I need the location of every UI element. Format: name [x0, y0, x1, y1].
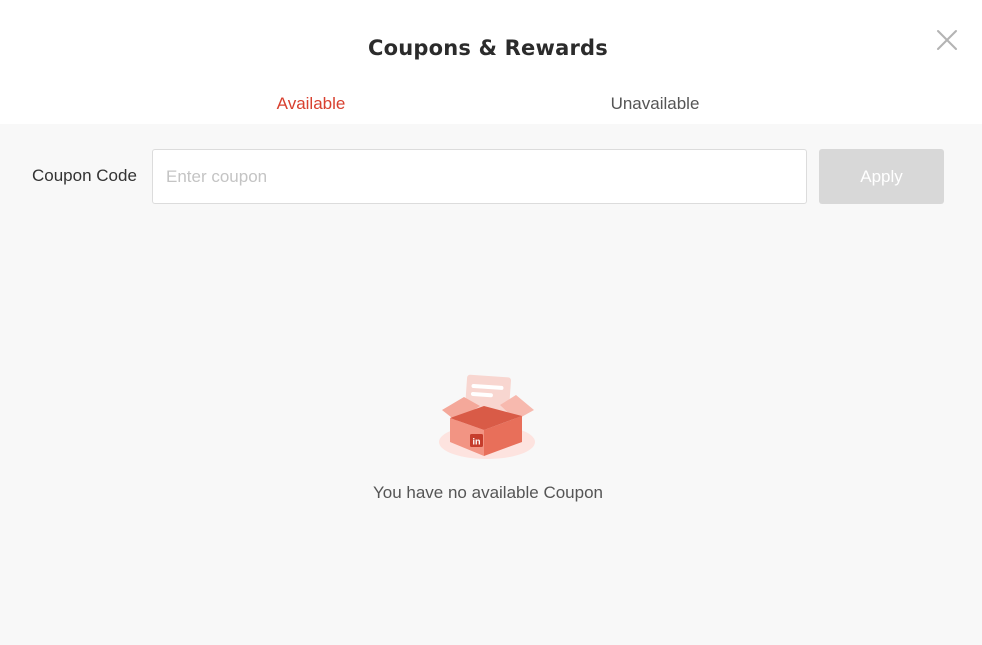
coupons-modal: Coupons & Rewards Available Unavailable …	[0, 0, 982, 645]
tab-available[interactable]: Available	[257, 94, 365, 127]
empty-gift-box-icon: in	[434, 372, 540, 464]
modal-title: Coupons & Rewards	[368, 36, 608, 60]
box-badge-text: in	[473, 437, 481, 447]
close-icon	[937, 30, 957, 50]
modal-header: Coupons & Rewards Available Unavailable	[0, 0, 982, 127]
apply-button[interactable]: Apply	[819, 149, 944, 204]
coupon-content-area: Coupon Code Apply	[0, 124, 982, 645]
empty-state-message: You have no available Coupon	[372, 483, 603, 502]
close-button[interactable]	[932, 25, 962, 55]
tab-unavailable[interactable]: Unavailable	[600, 94, 710, 127]
coupon-code-input[interactable]	[152, 149, 807, 204]
coupon-code-label: Coupon Code	[32, 166, 137, 185]
